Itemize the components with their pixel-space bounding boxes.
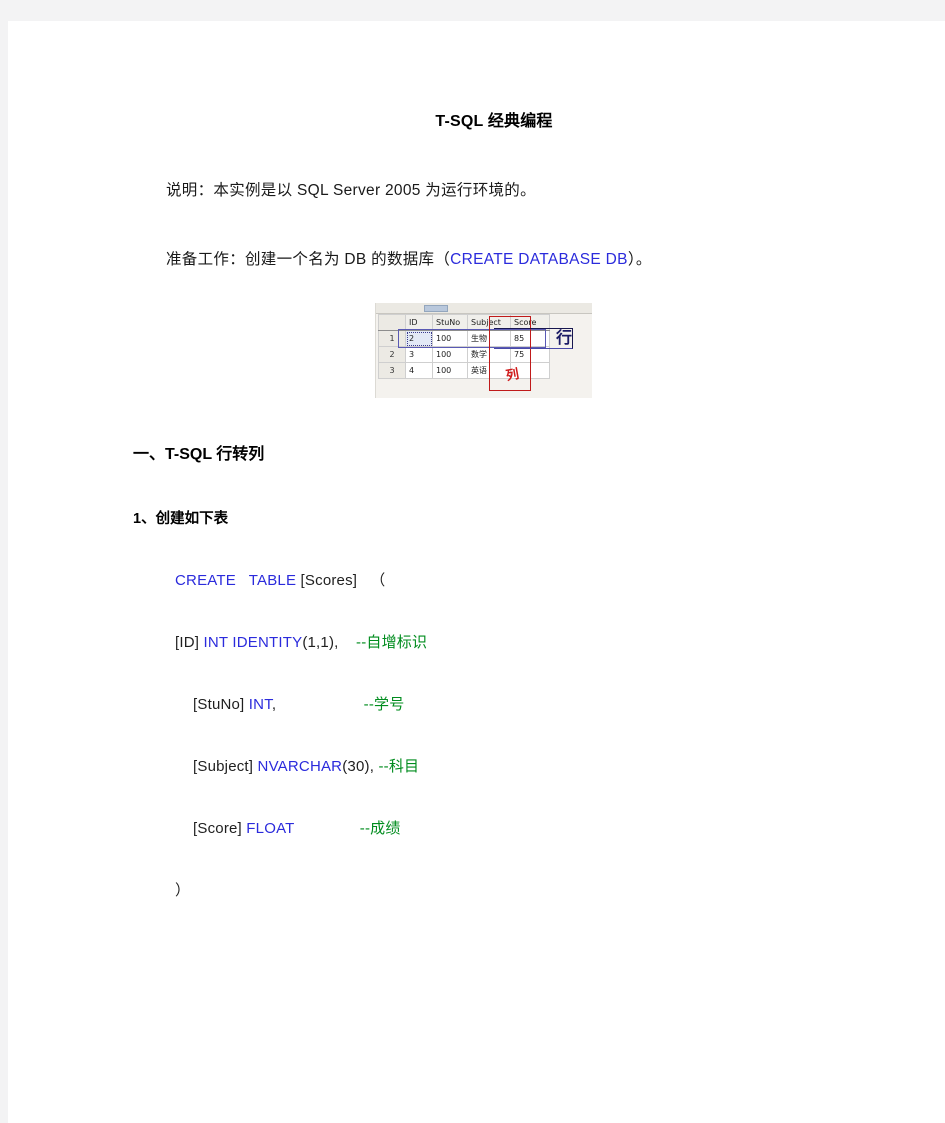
cell-score: 85 <box>510 330 550 347</box>
page-title: T-SQL 经典编程 <box>435 113 553 130</box>
page-gutter-top <box>0 0 945 21</box>
query-result-screenshot: ID StuNo Subject Score 1 2 100 生物 85 2 3… <box>375 303 592 398</box>
code-line: [StuNo] INT, --学号 <box>193 693 885 714</box>
cell-id: 2 <box>405 330 433 347</box>
row-number: 3 <box>378 362 406 379</box>
annotation-column-label: 列 <box>504 366 521 385</box>
cell-stuno: 100 <box>432 330 468 347</box>
query-result-figure: ID StuNo Subject Score 1 2 100 生物 85 2 3… <box>375 303 592 398</box>
cell-score: 75 <box>510 346 550 363</box>
code-token: FLOAT <box>246 820 295 837</box>
column-header-id: ID <box>405 314 433 331</box>
cell-id: 4 <box>405 362 433 379</box>
code-token: [ID] <box>175 634 204 651</box>
grid-tab-icon <box>424 305 448 312</box>
code-token: CREATE TABLE <box>175 572 301 589</box>
inline-code-create-database: CREATE DATABASE DB <box>450 251 628 268</box>
table-row: 2 3 100 数学 75 <box>378 346 550 363</box>
cell-stuno: 100 <box>432 346 468 363</box>
cell-id: 3 <box>405 346 433 363</box>
paragraph-note: 说明：本实例是以 SQL Server 2005 为运行环境的。 <box>166 178 885 200</box>
result-grid-table: ID StuNo Subject Score 1 2 100 生物 85 2 3… <box>378 314 550 379</box>
sub-heading: 1、创建如下表 <box>133 511 229 527</box>
section-heading: 一、T-SQL 行转列 <box>133 446 265 463</box>
cell-subject: 生物 <box>467 330 511 347</box>
table-header-row: ID StuNo Subject Score <box>378 314 550 331</box>
code-line: ） <box>175 879 885 900</box>
code-token: INT <box>248 696 272 713</box>
document-page: T-SQL 经典编程 说明：本实例是以 SQL Server 2005 为运行环… <box>8 21 945 1123</box>
code-token: NVARCHAR <box>257 758 343 775</box>
code-line: [Subject] NVARCHAR(30), --科目 <box>193 755 885 776</box>
row-number: 1 <box>378 330 406 347</box>
page-gutter-left <box>0 0 8 1123</box>
code-token: ） <box>175 882 191 899</box>
cell-subject: 数学 <box>467 346 511 363</box>
column-header-subject: Subject <box>467 314 511 331</box>
table-row: 1 2 100 生物 85 <box>378 330 550 347</box>
code-token: [Subject] <box>193 758 258 775</box>
paragraph-note-text: 说明：本实例是以 SQL Server 2005 为运行环境的。 <box>166 182 536 199</box>
paragraph-prep-text-after: ）。 <box>627 251 652 268</box>
code-token: --自增标识 <box>338 634 428 651</box>
code-token: (30), <box>342 758 379 775</box>
paragraph-prep: 准备工作：创建一个名为 DB 的数据库（CREATE DATABASE DB）。 <box>166 247 885 269</box>
code-token: --科目 <box>378 758 420 775</box>
code-token: --学号 <box>276 696 405 713</box>
code-token: --成绩 <box>294 820 401 837</box>
column-header-score: Score <box>510 314 550 331</box>
cell-stuno: 100 <box>432 362 468 379</box>
paragraph-prep-text-before: 准备工作：创建一个名为 DB 的数据库（ <box>166 251 451 268</box>
column-header-rownum <box>378 314 406 331</box>
code-token: INT IDENTITY <box>203 634 303 651</box>
code-token: (1,1), <box>302 634 339 651</box>
column-header-stuno: StuNo <box>432 314 468 331</box>
code-line: [Score] FLOAT --成绩 <box>193 817 885 838</box>
code-line: [ID] INT IDENTITY(1,1), --自增标识 <box>175 631 885 652</box>
annotation-row-label: 行 <box>556 328 573 347</box>
row-number: 2 <box>378 346 406 363</box>
code-token: [Score] <box>193 820 247 837</box>
code-token: [Scores] （ <box>300 572 386 589</box>
grid-toolbar-strip <box>376 303 592 314</box>
sql-code-block: CREATE TABLE [Scores] （ [ID] INT IDENTITY… <box>163 569 885 900</box>
code-line: CREATE TABLE [Scores] （ <box>175 569 885 590</box>
document-body: T-SQL 经典编程 说明：本实例是以 SQL Server 2005 为运行环… <box>8 107 945 900</box>
code-token: [StuNo] <box>193 696 249 713</box>
table-row: 3 4 100 英语 <box>378 362 550 379</box>
